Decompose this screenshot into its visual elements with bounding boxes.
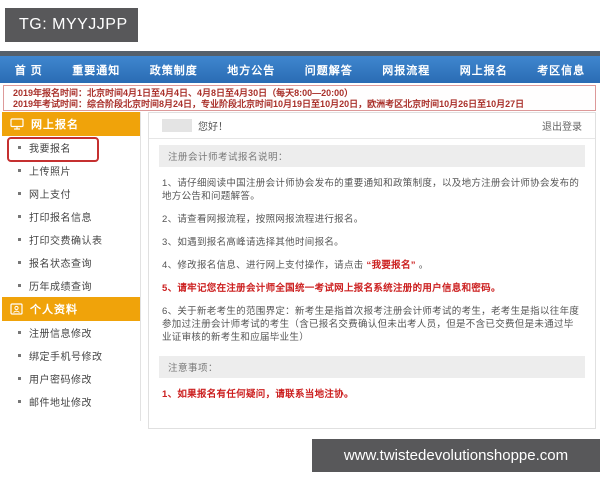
sidebar-item-label: 打印报名信息 [29,213,92,224]
sidebar-item-label: 网上支付 [29,190,71,201]
bullet-icon [18,354,21,357]
sidebar-list-registration: 我要报名 上传照片 网上支付 打印报名信息 打印交费确认表 报名状态查询 历年成… [2,136,140,297]
sidebar-item-print-payment-confirmation[interactable]: 打印交费确认表 [2,228,140,251]
redacted-username [162,119,192,132]
bullet-icon [18,400,21,403]
notice-line-registration-time: 2019年报名时间：北京时间4月1日至4月4日、4月8日至4月30日（每天8:0… [13,88,354,98]
bullet-icon [18,238,21,241]
nav-item-local-announcements[interactable]: 地方公告 [227,62,275,78]
content-panel: 您好！ 退出登录 注册会计师考试报名说明： 1、请仔细阅读中国注册会计师协会发布… [148,112,596,429]
sidebar-header-label: 个人资料 [30,304,78,316]
nav-item-online-registration[interactable]: 网上报名 [460,62,508,78]
id-card-icon [10,303,23,315]
instruction-item-5: 5、请牢记您在注册会计师全国统一考试网上报名系统注册的用户信息和密码。 [162,283,501,294]
apply-link-text: “我要报名” [366,260,416,271]
instruction-item-1: 1、请仔细阅读中国注册会计师协会发布的重要通知和政策制度，以及地方注册会计师协会… [162,178,580,202]
sidebar-item-edit-registration-info[interactable]: 注册信息修改 [2,321,140,344]
sidebar-item-edit-password[interactable]: 用户密码修改 [2,367,140,390]
sidebar-item-label: 用户密码修改 [29,375,92,386]
bullet-icon [18,284,21,287]
bullet-icon [18,215,21,218]
sidebar-item-edit-phone[interactable]: 绑定手机号修改 [2,344,140,367]
sidebar-item-label: 我要报名 [29,144,71,155]
main-nav: 首 页 重要通知 政策制度 地方公告 问题解答 网报流程 网上报名 考区信息 [0,56,600,83]
nav-item-home[interactable]: 首 页 [15,62,43,78]
sidebar-item-label: 打印交费确认表 [29,236,103,247]
greeting-text: 您好！ [198,122,228,133]
instructions-title: 注册会计师考试报名说明： [159,145,585,167]
sidebar-item-upload-photo[interactable]: 上传照片 [2,159,140,182]
monitor-icon [10,118,24,130]
sidebar-list-personal: 注册信息修改 绑定手机号修改 用户密码修改 邮件地址修改 [2,321,140,413]
sidebar-item-label: 历年成绩查询 [29,282,92,293]
sidebar-item-online-payment[interactable]: 网上支付 [2,182,140,205]
sidebar-item-past-scores[interactable]: 历年成绩查询 [2,274,140,297]
sidebar-item-print-registration-info[interactable]: 打印报名信息 [2,205,140,228]
nav-item-important-notices[interactable]: 重要通知 [72,62,120,78]
nav-item-registration-process[interactable]: 网报流程 [382,62,430,78]
instruction-item-6: 6、关于新老考生的范围界定：新考生是指首次报考注册会计师考试的考生，老考生是指以… [162,306,580,343]
bullet-icon [18,169,21,172]
instruction-item-4-prefix: 4、修改报名信息、进行网上支付操作，请点击 [162,260,367,271]
notes-title: 注意事项： [159,356,585,378]
instruction-item-3: 3、如遇到报名高峰请选择其他时间报名。 [162,237,344,248]
instruction-item-4: 4、修改报名信息、进行网上支付操作，请点击 “我要报名” 。 [162,259,582,272]
bullet-icon [18,261,21,264]
sidebar-item-label: 邮件地址修改 [29,398,92,409]
note-item-1: 1、如果报名有任何疑问，请联系当地注协。 [162,389,354,400]
sidebar-item-registration-status[interactable]: 报名状态查询 [2,251,140,274]
nav-item-policies[interactable]: 政策制度 [150,62,198,78]
bullet-icon [18,146,21,149]
instruction-item-2: 2、请查看网报流程，按照网报流程进行报名。 [162,214,364,225]
bullet-icon [18,192,21,195]
sidebar-item-apply[interactable]: 我要报名 [2,136,140,159]
sidebar-item-label: 上传照片 [29,167,71,178]
sidebar-item-label: 报名状态查询 [29,259,92,270]
bullet-icon [18,377,21,380]
greeting-row: 您好！ 退出登录 [149,113,595,139]
watermark-overlay: www.twistedevolutionshoppe.com [312,439,600,472]
bullet-icon [18,331,21,334]
sidebar: 网上报名 我要报名 上传照片 网上支付 打印报名信息 打印交费确认表 报名状态查… [2,112,141,421]
notice-banner: 2019年报名时间：北京时间4月1日至4月4日、4月8日至4月30日（每天8:0… [3,85,596,111]
sidebar-item-label: 绑定手机号修改 [29,352,103,363]
nav-item-faq[interactable]: 问题解答 [305,62,353,78]
sidebar-header-online-registration: 网上报名 [2,112,140,136]
instruction-item-4-suffix: 。 [415,260,429,271]
sidebar-header-personal-info: 个人资料 [2,297,140,321]
notice-line-exam-time: 2019年考试时间：综合阶段北京时间8月24日，专业阶段北京时间10月19日至1… [13,99,525,109]
sidebar-item-label: 注册信息修改 [29,329,92,340]
sidebar-item-edit-email[interactable]: 邮件地址修改 [2,390,140,413]
logout-link[interactable]: 退出登录 [542,118,582,133]
nav-item-exam-area-info[interactable]: 考区信息 [537,62,585,78]
sidebar-header-label: 网上报名 [31,119,79,131]
tg-overlay-badge: TG: MYYJJPP [5,8,138,42]
